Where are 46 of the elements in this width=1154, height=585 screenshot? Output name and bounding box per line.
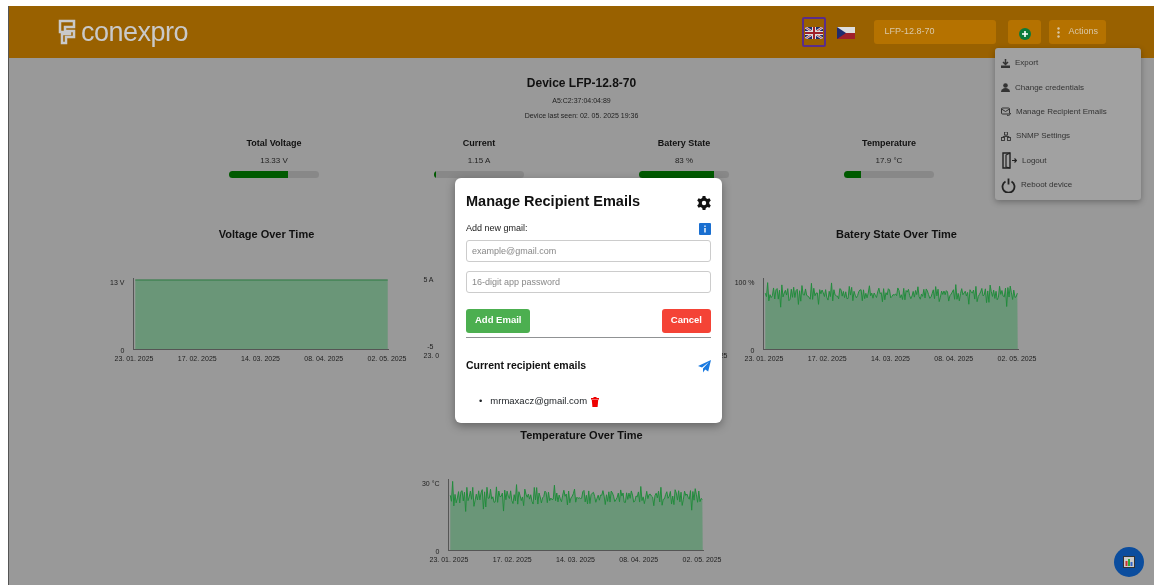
field-label: Add new gmail: [466, 222, 528, 235]
user-icon [1001, 83, 1010, 93]
metric-reading: 13.33 V [260, 154, 288, 167]
add-email-button[interactable]: Add Email [466, 308, 531, 333]
delete-button[interactable] [591, 394, 600, 409]
chart-title: Voltage Over Time [218, 226, 315, 242]
network-icon [1001, 131, 1011, 141]
password-field[interactable]: 16-digit app password [466, 270, 711, 293]
info-icon[interactable] [699, 222, 711, 235]
kebab-icon [1057, 26, 1061, 38]
metric-reading: 17.9 °C [875, 154, 903, 167]
trash-icon [591, 397, 600, 407]
metric-reading: 83 % [674, 154, 694, 167]
menu-item[interactable]: SNMP Settings [995, 124, 1141, 149]
paper-plane-icon[interactable] [698, 359, 711, 373]
power-icon [1001, 177, 1016, 193]
logo-icon [57, 19, 77, 45]
metric-label: Total Voltage [246, 137, 302, 150]
chart-button[interactable] [1114, 547, 1144, 577]
logo-text: conexpro [81, 18, 189, 46]
language-flag[interactable] [802, 17, 827, 47]
menu-item[interactable]: Manage Recipient Emails [995, 99, 1141, 125]
chart-title: Batery State Over Time [836, 226, 957, 242]
recipient-email: mrmaxacz@gmail.com [490, 394, 588, 406]
chart-title: Temperature Over Time [520, 427, 643, 443]
metric-label: Current [462, 137, 496, 150]
modal-title: Manage Recipient Emails [466, 192, 641, 212]
email-field[interactable]: example@gmail.com [466, 239, 711, 262]
download-icon [1001, 58, 1010, 68]
menu-item[interactable]: Export [995, 51, 1141, 76]
menu-item[interactable]: Change credentials [995, 75, 1141, 100]
door-exit-icon [1001, 152, 1017, 170]
metric-reading: 1.15 A [467, 154, 491, 167]
metric-label: Batery State [657, 137, 711, 150]
menu-item[interactable]: Reboot device [995, 172, 1141, 198]
menu-item[interactable]: Logout [995, 148, 1141, 173]
metric-label: Temperature [862, 137, 916, 150]
list-title: Current recipient emails [466, 357, 587, 373]
settings-icon[interactable] [697, 195, 711, 210]
plus-icon [1019, 27, 1031, 40]
add-button[interactable] [1008, 20, 1042, 44]
bar-chart-icon [1123, 556, 1135, 568]
device-title: Device LFP-12.8-70 [526, 75, 637, 92]
envelope-icon [1001, 107, 1011, 117]
bullet-marker: • [479, 394, 483, 406]
cancel-button[interactable]: Cancel [661, 308, 711, 333]
